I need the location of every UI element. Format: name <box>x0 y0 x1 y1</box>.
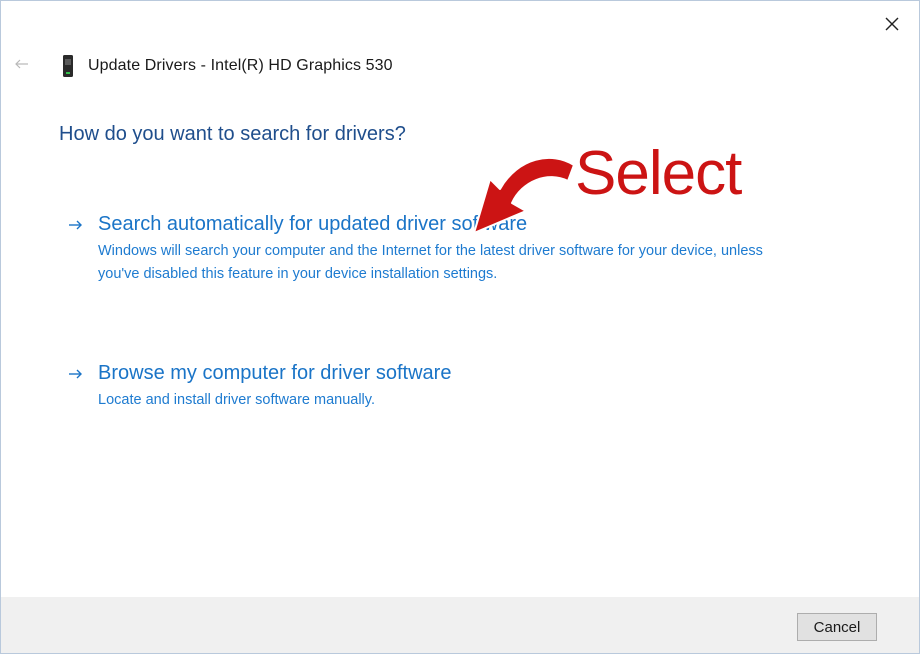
cancel-button[interactable]: Cancel <box>797 613 877 641</box>
arrow-right-icon <box>69 369 82 379</box>
close-button[interactable] <box>879 11 905 37</box>
page-question: How do you want to search for drivers? <box>59 123 406 145</box>
graphics-device-icon <box>63 55 73 77</box>
option-title[interactable]: Search automatically for updated driver … <box>98 212 787 236</box>
update-drivers-window: Update Drivers - Intel(R) HD Graphics 53… <box>0 0 920 654</box>
dialog-footer: Cancel <box>1 597 919 653</box>
back-button[interactable] <box>11 53 33 75</box>
close-icon <box>885 17 899 31</box>
browse-computer-option[interactable]: Browse my computer for driver software L… <box>67 361 787 412</box>
option-title[interactable]: Browse my computer for driver software <box>98 361 787 385</box>
option-description: Locate and install driver software manua… <box>98 392 375 408</box>
back-arrow-icon <box>15 59 28 69</box>
option-description: Windows will search your computer and th… <box>98 243 763 282</box>
arrow-right-icon <box>69 220 82 230</box>
annotation-arrow-icon <box>473 156 575 234</box>
window-title: Update Drivers - Intel(R) HD Graphics 53… <box>88 57 393 74</box>
annotation-select-label: Select <box>575 139 742 208</box>
search-automatically-option[interactable]: Search automatically for updated driver … <box>67 212 787 286</box>
